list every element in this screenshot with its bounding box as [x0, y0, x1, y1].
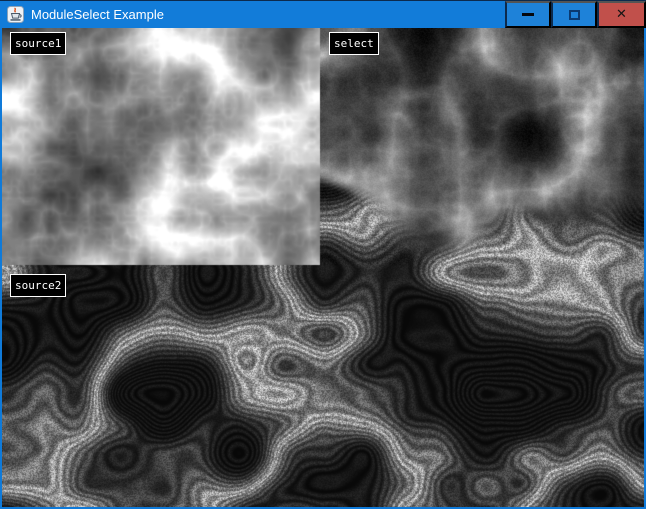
- window-controls: ✕: [505, 1, 646, 28]
- window-title: ModuleSelect Example: [31, 7, 505, 22]
- noise-render-canvas: [2, 28, 644, 507]
- image-label-source2: source2: [10, 274, 66, 297]
- maximize-square-icon: [569, 10, 580, 20]
- java-coffee-cup-icon[interactable]: [7, 6, 24, 23]
- image-label-select: select: [329, 32, 379, 55]
- minimize-dash-icon: [522, 13, 534, 16]
- titlebar[interactable]: ModuleSelect Example ✕: [0, 0, 646, 28]
- close-x-icon: ✕: [616, 8, 627, 21]
- close-button[interactable]: ✕: [597, 1, 646, 28]
- app-window: ModuleSelect Example ✕ source1 select so…: [0, 0, 646, 509]
- client-area: source1 select source2: [2, 28, 644, 507]
- maximize-button[interactable]: [551, 1, 597, 28]
- minimize-button[interactable]: [505, 1, 551, 28]
- image-label-source1: source1: [10, 32, 66, 55]
